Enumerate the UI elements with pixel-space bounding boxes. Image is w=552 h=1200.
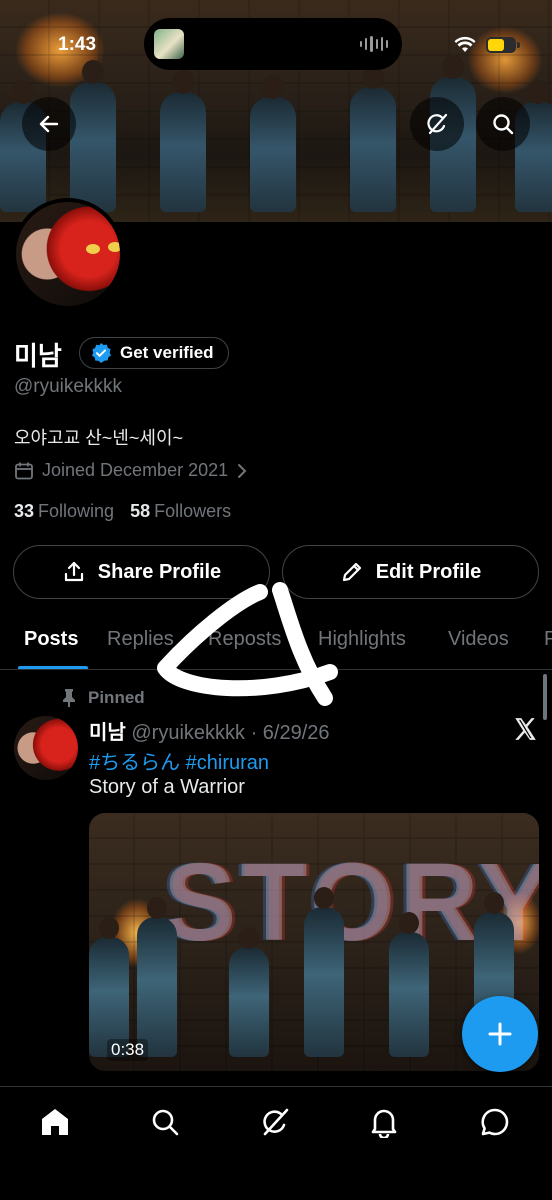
- scrollbar[interactable]: [543, 674, 547, 720]
- tab-more[interactable]: P: [544, 628, 552, 651]
- following-link[interactable]: 33 Following: [14, 501, 114, 522]
- wifi-icon: [454, 36, 476, 52]
- joined-label: Joined December 2021: [42, 460, 229, 480]
- pin-icon: [63, 689, 75, 707]
- joined-date[interactable]: Joined December 2021: [14, 460, 248, 481]
- video-duration: 0:38: [107, 1039, 149, 1061]
- following-count: 33: [14, 501, 35, 521]
- tab-videos[interactable]: Videos: [448, 628, 509, 651]
- nav-search-button[interactable]: [148, 1105, 182, 1139]
- battery-icon: [486, 37, 520, 53]
- bottom-nav: [0, 1086, 552, 1200]
- grok-icon: [427, 113, 448, 135]
- post-header: 미남 @ryuikekkkk · 6/29/26: [89, 716, 330, 745]
- get-verified-label: Get verified: [120, 343, 214, 362]
- tab-reposts[interactable]: Reposts: [208, 628, 281, 651]
- messages-icon: [481, 1108, 509, 1136]
- search-icon: [152, 1109, 179, 1136]
- nav-messages-button[interactable]: [478, 1105, 512, 1139]
- grok-button[interactable]: [410, 97, 464, 151]
- status-time: 1:43: [58, 34, 97, 55]
- share-profile-button[interactable]: Share Profile: [13, 545, 270, 599]
- edit-profile-label: Edit Profile: [375, 560, 482, 583]
- profile-bio: 오야고교 산~넨~세이~: [14, 428, 184, 448]
- tab-highlights[interactable]: Highlights: [318, 628, 406, 651]
- search-button[interactable]: [476, 97, 530, 151]
- post-author-name[interactable]: 미남: [89, 722, 126, 744]
- dynamic-island[interactable]: [144, 18, 402, 70]
- get-verified-button[interactable]: Get verified: [79, 337, 229, 369]
- verified-badge-icon: [92, 343, 111, 363]
- post-author-avatar[interactable]: [14, 716, 78, 780]
- edit-profile-button[interactable]: Edit Profile: [282, 545, 539, 599]
- chevron-right-icon: [238, 463, 247, 478]
- followers-count: 58: [130, 501, 151, 521]
- nav-grok-button[interactable]: [258, 1105, 292, 1139]
- profile-tabs: Posts Replies Reposts Highlights Videos …: [0, 614, 552, 670]
- nav-notifications-button[interactable]: [367, 1105, 401, 1139]
- pinned-label: Pinned: [88, 688, 145, 707]
- active-tab-indicator: [18, 666, 88, 669]
- share-icon: [64, 561, 83, 582]
- now-playing-artwork: [154, 29, 184, 59]
- tab-posts[interactable]: Posts: [24, 628, 78, 651]
- display-name: 미남: [14, 341, 62, 371]
- pencil-icon: [342, 562, 361, 582]
- grok-icon: [263, 1108, 289, 1136]
- profile-avatar[interactable]: [12, 198, 124, 310]
- audio-waveform-icon: [360, 36, 389, 52]
- back-button[interactable]: [22, 97, 76, 151]
- calendar-icon: [15, 462, 33, 479]
- following-label: Following: [38, 501, 115, 521]
- followers-label: Followers: [154, 501, 232, 521]
- plus-icon: [488, 1022, 512, 1046]
- arrow-left-icon: [39, 115, 59, 133]
- post-author-meta: @ryuikekkkk · 6/29/26: [131, 722, 330, 744]
- compose-post-button[interactable]: [462, 996, 538, 1072]
- system-icons: [454, 36, 520, 54]
- nav-home-button[interactable]: [38, 1105, 72, 1139]
- x-logo-icon: [515, 718, 536, 740]
- post-hashtags[interactable]: #ちるらん #chiruran: [89, 746, 269, 775]
- post-text: Story of a Warrior: [89, 776, 245, 798]
- share-profile-label: Share Profile: [97, 560, 222, 583]
- home-icon: [42, 1109, 68, 1135]
- tab-replies[interactable]: Replies: [107, 628, 174, 651]
- profile-handle: @ryuikekkkk: [14, 376, 122, 397]
- pinned-indicator: Pinned: [62, 688, 145, 708]
- follow-stats: 33 Following 58 Followers: [14, 501, 231, 522]
- followers-link[interactable]: 58 Followers: [130, 501, 231, 522]
- notifications-icon: [371, 1109, 397, 1138]
- search-icon: [493, 114, 514, 135]
